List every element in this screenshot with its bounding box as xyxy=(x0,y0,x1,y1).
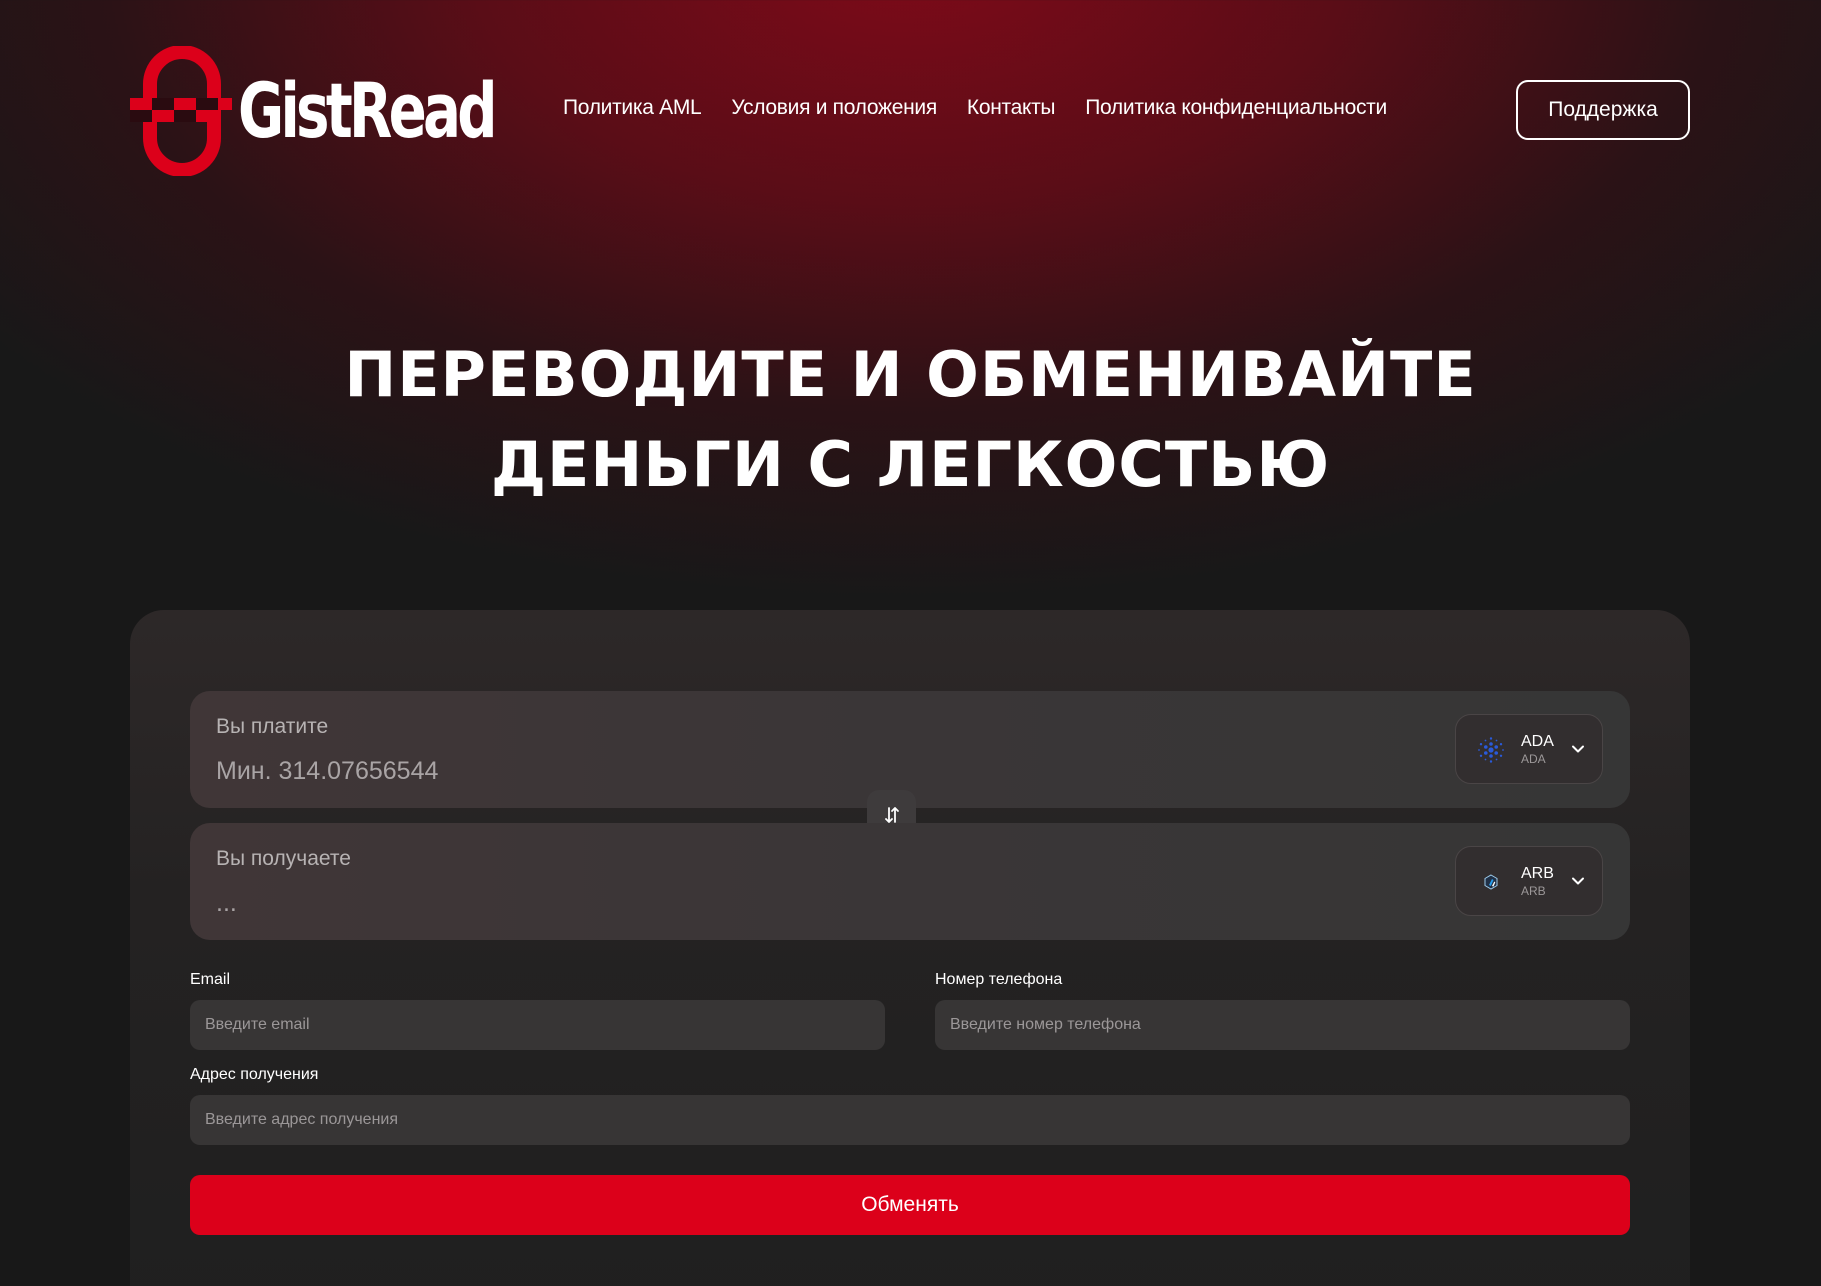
chevron-down-icon xyxy=(1572,745,1584,753)
pay-amount-input[interactable]: Мин. 314.07656544 xyxy=(216,757,438,786)
hero-title-line-1: ПЕРЕВОДИТЕ И ОБМЕНИВАЙТЕ xyxy=(344,338,1477,411)
receive-field[interactable]: Вы получаете ... ARB ARB xyxy=(190,823,1630,940)
pay-coin-name: ADA xyxy=(1521,733,1554,750)
address-input[interactable] xyxy=(190,1095,1630,1145)
hero-title: ПЕРЕВОДИТЕ И ОБМЕНИВАЙТЕ ДЕНЬГИ С ЛЕГКОС… xyxy=(0,330,1821,510)
receive-amount-value: ... xyxy=(216,889,237,917)
main-nav: Политика AML Условия и положения Контакт… xyxy=(563,96,1387,120)
email-input[interactable] xyxy=(190,1000,885,1050)
logo[interactable]: GistRead xyxy=(130,45,584,177)
logo-mark-icon xyxy=(130,45,234,177)
address-label: Адрес получения xyxy=(190,1066,319,1083)
phone-label: Номер телефона xyxy=(935,971,1063,988)
phone-input[interactable] xyxy=(935,1000,1630,1050)
pay-field[interactable]: Вы платите Мин. 314.07656544 ADA ADA xyxy=(190,691,1630,808)
receive-coin-name: ARB xyxy=(1521,865,1554,882)
pay-coin-ticker: ADA xyxy=(1521,752,1546,766)
receive-field-label: Вы получаете xyxy=(216,847,351,870)
arbitrum-icon xyxy=(1484,874,1498,890)
receive-coin-ticker: ARB xyxy=(1521,884,1546,898)
chevron-down-icon xyxy=(1572,877,1584,885)
logo-text: GistRead xyxy=(238,66,498,155)
cardano-icon xyxy=(1478,737,1504,763)
nav-item-privacy[interactable]: Политика конфиденциальности xyxy=(1085,96,1387,120)
pay-field-label: Вы платите xyxy=(216,715,329,738)
pay-coin-select[interactable]: ADA ADA xyxy=(1455,714,1603,784)
receive-coin-select[interactable]: ARB ARB xyxy=(1455,846,1603,916)
support-button[interactable]: Поддержка xyxy=(1516,80,1690,140)
swap-arrows-icon xyxy=(884,806,899,823)
nav-item-contacts[interactable]: Контакты xyxy=(967,96,1056,120)
email-label: Email xyxy=(190,971,231,988)
nav-item-aml[interactable]: Политика AML xyxy=(563,96,702,120)
nav-item-terms[interactable]: Условия и положения xyxy=(731,96,937,120)
exchange-button[interactable]: Обменять xyxy=(190,1175,1630,1235)
hero-title-line-2: ДЕНЬГИ С ЛЕГКОСТЬЮ xyxy=(490,428,1331,501)
